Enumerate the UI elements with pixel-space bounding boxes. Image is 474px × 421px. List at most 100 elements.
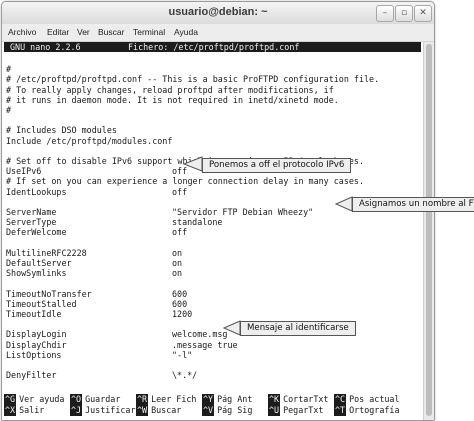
editor-line-text: Include /etc/proftpd/modules.conf xyxy=(6,135,173,146)
scrollbar[interactable] xyxy=(423,42,434,420)
close-button[interactable]: ✕ xyxy=(414,5,432,22)
editor-line: TimeoutStalled 600 xyxy=(6,298,187,309)
shortcut-label: Guardar xyxy=(85,394,121,404)
minimize-button[interactable]: – xyxy=(376,5,394,22)
shortcut-item[interactable]: ^J Justificar xyxy=(70,405,136,416)
editor-line-value: welcome.msg xyxy=(172,329,228,340)
menu-terminal[interactable]: Terminal xyxy=(133,27,165,37)
shortcut-item[interactable]: ^U PegarTxt xyxy=(268,405,323,416)
editor-line-text: IdentLookups xyxy=(6,186,67,197)
editor-line: # If set on you can experience a longer … xyxy=(6,176,364,186)
menu-ver[interactable]: Ver xyxy=(77,27,90,37)
editor-line-value: on xyxy=(172,258,183,268)
shortcut-key: ^R xyxy=(136,394,149,405)
title-bar[interactable]: usuario@debian: ~ – ▫ ✕ xyxy=(2,2,434,25)
shortcut-item[interactable]: ^T Ortografía xyxy=(334,405,400,416)
editor-line: DisplayChdir .message true xyxy=(6,339,238,350)
editor-line-text: TimeoutNoTransfer xyxy=(6,288,92,299)
shortcut-item[interactable]: ^R Leer Fich xyxy=(136,394,196,405)
menu-editar[interactable]: Editar xyxy=(47,27,69,37)
editor-line-text: # Includes DSO modules xyxy=(6,125,117,136)
menu-archivo[interactable]: Archivo xyxy=(8,27,36,37)
editor-line: DisplayLogin welcome.msg xyxy=(6,329,227,340)
shortcut-item[interactable]: ^X Salir xyxy=(4,405,44,416)
editor-line: # /etc/proftpd/proftpd.conf -- This is a… xyxy=(6,74,379,84)
maximize-button[interactable]: ▫ xyxy=(395,5,413,22)
editor-line-value: off xyxy=(172,166,188,177)
editor-line-text: TimeoutStalled xyxy=(6,298,77,309)
shortcut-key: ^J xyxy=(70,405,83,416)
editor-line-value: on xyxy=(172,268,183,279)
shortcut-label: CortarTxt xyxy=(283,394,329,404)
scrollbar-thumb[interactable] xyxy=(426,44,432,416)
shortcut-key: ^K xyxy=(268,394,281,405)
shortcut-key: ^C xyxy=(334,394,347,405)
editor-line-text: # If set on you can experience a longer … xyxy=(6,176,364,187)
shortcut-label: Ver ayuda xyxy=(19,394,65,404)
editor-line: ShowSymlinks on xyxy=(6,268,182,279)
shortcut-key: ^Y xyxy=(202,394,215,405)
editor-line: Include /etc/proftpd/modules.conf xyxy=(6,136,172,146)
menu-ayuda[interactable]: Ayuda xyxy=(174,27,198,37)
editor-line: # Includes DSO modules xyxy=(6,125,117,135)
editor-line-value: standalone xyxy=(172,217,223,228)
editor-line-value: .message true xyxy=(172,339,238,350)
editor-line-value: \*.*/ xyxy=(172,370,198,381)
editor-line-text: DisplayLogin xyxy=(6,329,67,340)
editor-line: # To really apply changes, reload proftp… xyxy=(6,85,334,95)
editor-line-text: ServerName xyxy=(6,207,57,217)
shortcut-label: Pág Ant xyxy=(217,394,253,404)
callout-welcome: Mensaje al identificarse xyxy=(240,321,356,336)
editor-line-value: on xyxy=(172,247,183,258)
shortcut-label: Justificar xyxy=(85,405,136,415)
editor-line-text: MultilineRFC2228 xyxy=(6,247,87,258)
editor-line-value: "Servidor FTP Debian Wheezy" xyxy=(172,207,314,217)
menu-buscar[interactable]: Buscar xyxy=(98,27,124,37)
shortcut-item[interactable]: ^G Ver ayuda xyxy=(4,394,64,405)
shortcut-item[interactable]: ^V Pág Sig xyxy=(202,405,252,416)
nano-filename: Fichero: /etc/proftpd/proftpd.conf xyxy=(128,42,300,52)
editor-line-text: UseIPv6 xyxy=(6,166,42,177)
editor-line: # xyxy=(6,64,11,74)
editor-line-text: DefaultServer xyxy=(6,258,72,268)
editor-line-value: 600 xyxy=(172,288,188,299)
shortcut-item[interactable]: ^O Guardar xyxy=(70,394,120,405)
shortcut-key: ^O xyxy=(70,394,83,405)
editor-line-value: 1200 xyxy=(172,309,193,319)
editor-line-text: ServerType xyxy=(6,217,57,228)
editor-line: IdentLookups off xyxy=(6,186,187,197)
nano-version: GNU nano 2.2.6 xyxy=(10,42,81,52)
editor-line: # it runs in daemon mode. It is not requ… xyxy=(6,95,339,105)
shortcut-label: Buscar xyxy=(151,405,182,415)
editor-line-value: off xyxy=(172,227,188,238)
shortcut-key: ^T xyxy=(334,405,347,416)
editor-line: # xyxy=(6,105,11,115)
shortcut-key: ^G xyxy=(4,394,17,405)
editor-line-text: # it runs in daemon mode. It is not requ… xyxy=(6,94,339,105)
editor-line-text: TimeoutIdle xyxy=(6,309,62,319)
window-title: usuario@debian: ~ xyxy=(168,6,268,18)
shortcut-item[interactable]: ^K CortarTxt xyxy=(268,394,328,405)
shortcut-item[interactable]: ^W Buscar xyxy=(136,405,181,416)
shortcut-label: Pág Sig xyxy=(217,405,253,415)
menu-bar: Archivo Editar Ver Buscar Terminal Ayuda xyxy=(2,24,434,42)
shortcut-item[interactable]: ^C Pos actual xyxy=(334,394,400,405)
editor-line: UseIPv6 off xyxy=(6,166,187,177)
editor-line: DenyFilter \*.*/ xyxy=(6,370,197,380)
shortcut-label: Leer Fich xyxy=(151,394,197,404)
shortcut-key: ^X xyxy=(4,405,17,416)
shortcut-label: Salir xyxy=(19,405,45,415)
terminal-area[interactable]: GNU nano 2.2.6 Fichero: /etc/proftpd/pro… xyxy=(2,42,423,420)
shortcut-item[interactable]: ^Y Pág Ant xyxy=(202,394,252,405)
callout-servername: Asignamos un nombre al FTP xyxy=(352,197,474,212)
editor-line: TimeoutIdle 1200 xyxy=(6,309,192,319)
editor-line-text: # To really apply changes, reload proftp… xyxy=(6,84,334,95)
editor-line-text: DisplayChdir xyxy=(6,339,67,350)
shortcut-label: PegarTxt xyxy=(283,405,324,415)
editor-line-text: ShowSymlinks xyxy=(6,268,67,279)
editor-line-text: DeferWelcome xyxy=(6,227,67,238)
shortcut-label: Ortografía xyxy=(349,405,400,415)
editor-line-text: # xyxy=(6,105,12,115)
editor-line: ServerType standalone xyxy=(6,217,222,228)
editor-line-text: # xyxy=(6,64,12,75)
